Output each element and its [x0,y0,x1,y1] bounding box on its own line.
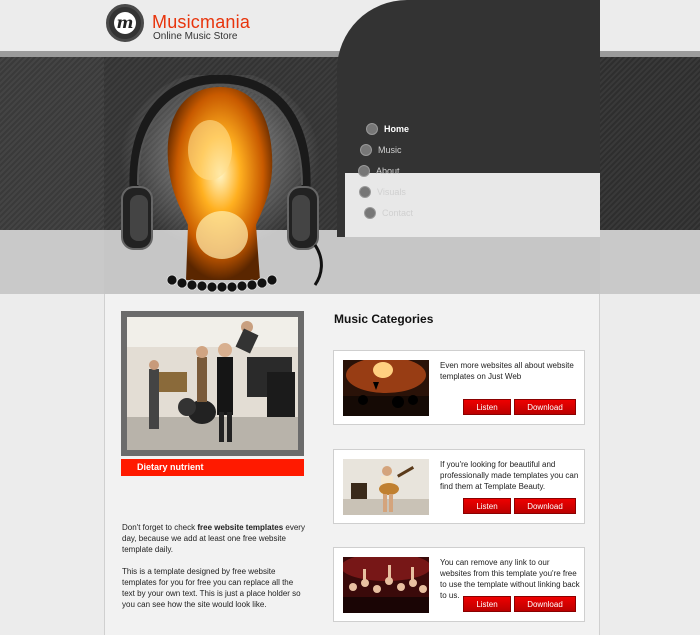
headphones-hero-image [120,75,323,293]
sidebar-text-pre: Don't forget to check [122,523,198,532]
site-subtitle: Online Music Store [153,31,238,42]
listen-button[interactable]: Listen [463,399,511,415]
banner-right-panel [600,57,700,230]
download-button[interactable]: Download [514,399,576,415]
sidebar-paragraph-1: Don't forget to check free website templ… [122,522,308,555]
nav-item-music[interactable]: Music [360,144,402,156]
nav-bullet-icon [366,123,378,135]
listen-button[interactable]: Listen [463,596,511,612]
crowd-thumbnail[interactable] [343,557,429,613]
nav-item-home[interactable]: Home [366,123,410,135]
logo-icon[interactable]: m [106,4,144,42]
nav-label: Music [378,145,402,155]
category-card: You can remove any link to our websites … [333,547,585,622]
band-photo[interactable] [127,317,298,450]
sidebar-paragraph-2: This is a template designed by free webs… [122,567,301,609]
nav-bullet-icon [358,165,370,177]
nav-label: Contact [382,208,414,218]
nav-item-visuals[interactable]: Visuals [359,186,406,198]
category-card: If you're looking for beautiful and prof… [333,449,585,524]
concert-thumbnail[interactable] [343,360,429,416]
nav-bullet-icon [359,186,371,198]
download-button[interactable]: Download [514,498,576,514]
section-title: Music Categories [334,312,434,326]
card-description: Even more websites all about website tem… [440,361,574,381]
nav-panel-lower [345,173,600,237]
download-button[interactable]: Download [514,596,576,612]
photo-caption[interactable]: Dietary nutrient [137,462,204,472]
nav-bullet-icon [360,144,372,156]
sidebar-text: Don't forget to check free website templ… [122,522,308,621]
nav-bullet-icon [364,207,376,219]
logo-letter: m [114,12,136,34]
card-description: You can remove any link to our websites … [440,558,580,600]
card-description: If you're looking for beautiful and prof… [440,460,579,491]
guitarist-thumbnail[interactable] [343,459,429,515]
nav-label: Visuals [377,187,406,197]
nav-item-about[interactable]: About [358,165,400,177]
site-title[interactable]: Musicmania [152,12,250,33]
listen-button[interactable]: Listen [463,498,511,514]
nav-label: About [376,166,400,176]
nav-item-contact[interactable]: Contact [364,207,414,219]
nav-label: Home [384,124,410,134]
free-templates-link[interactable]: free website templates [197,523,283,532]
category-card: Even more websites all about website tem… [333,350,585,425]
